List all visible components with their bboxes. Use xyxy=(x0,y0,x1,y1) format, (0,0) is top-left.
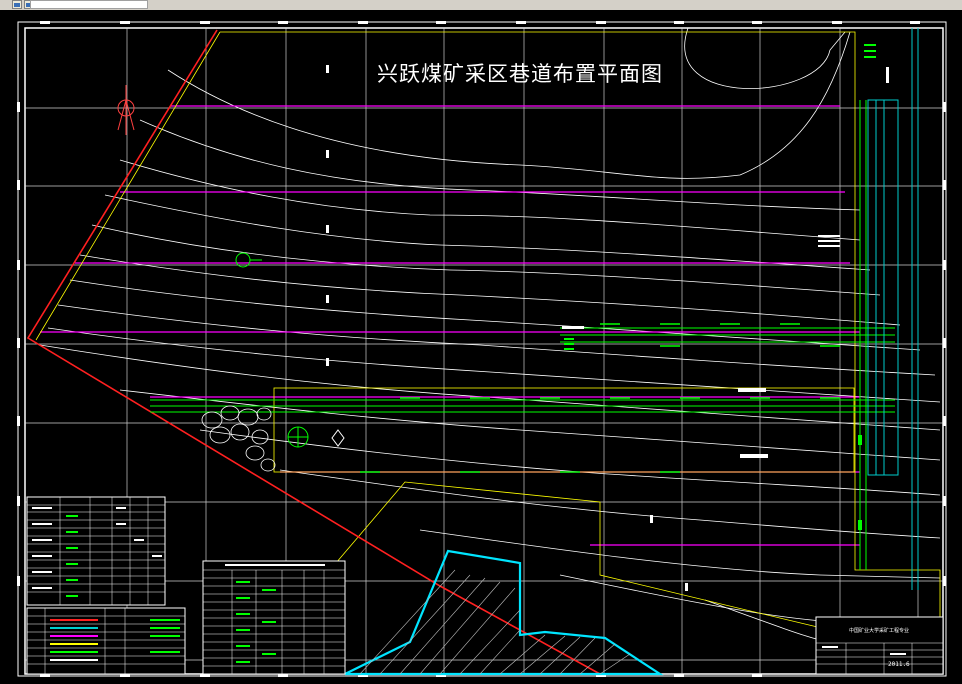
restore-icon[interactable] xyxy=(12,0,22,9)
cad-drawing-canvas[interactable]: 兴跃煤矿采区巷道布置平面图 中国矿业大学采矿工程专业 2011.6 xyxy=(0,10,962,684)
contour-lines xyxy=(39,27,941,641)
drawing-title: 兴跃煤矿采区巷道布置平面图 xyxy=(377,62,663,86)
goaf-area xyxy=(344,549,664,676)
roadway-marks xyxy=(360,323,840,473)
mine-plan-drawing xyxy=(17,21,947,677)
legend-table-3 xyxy=(202,560,346,675)
title-block-sheet-no: 2011.6 xyxy=(888,661,910,668)
legend-table-1 xyxy=(26,496,166,606)
north-arrow-icon xyxy=(117,85,135,135)
title-block xyxy=(815,616,944,675)
equipment-marks xyxy=(564,44,876,530)
mining-boundary xyxy=(35,31,941,674)
toolbar-field[interactable] xyxy=(30,0,148,9)
shaft-symbols xyxy=(235,252,345,448)
roadways xyxy=(150,100,895,570)
main-shafts xyxy=(867,28,919,590)
title-block-caption: 中国矿业大学采矿工程专业 xyxy=(848,628,909,634)
legend-table-2 xyxy=(26,607,186,675)
